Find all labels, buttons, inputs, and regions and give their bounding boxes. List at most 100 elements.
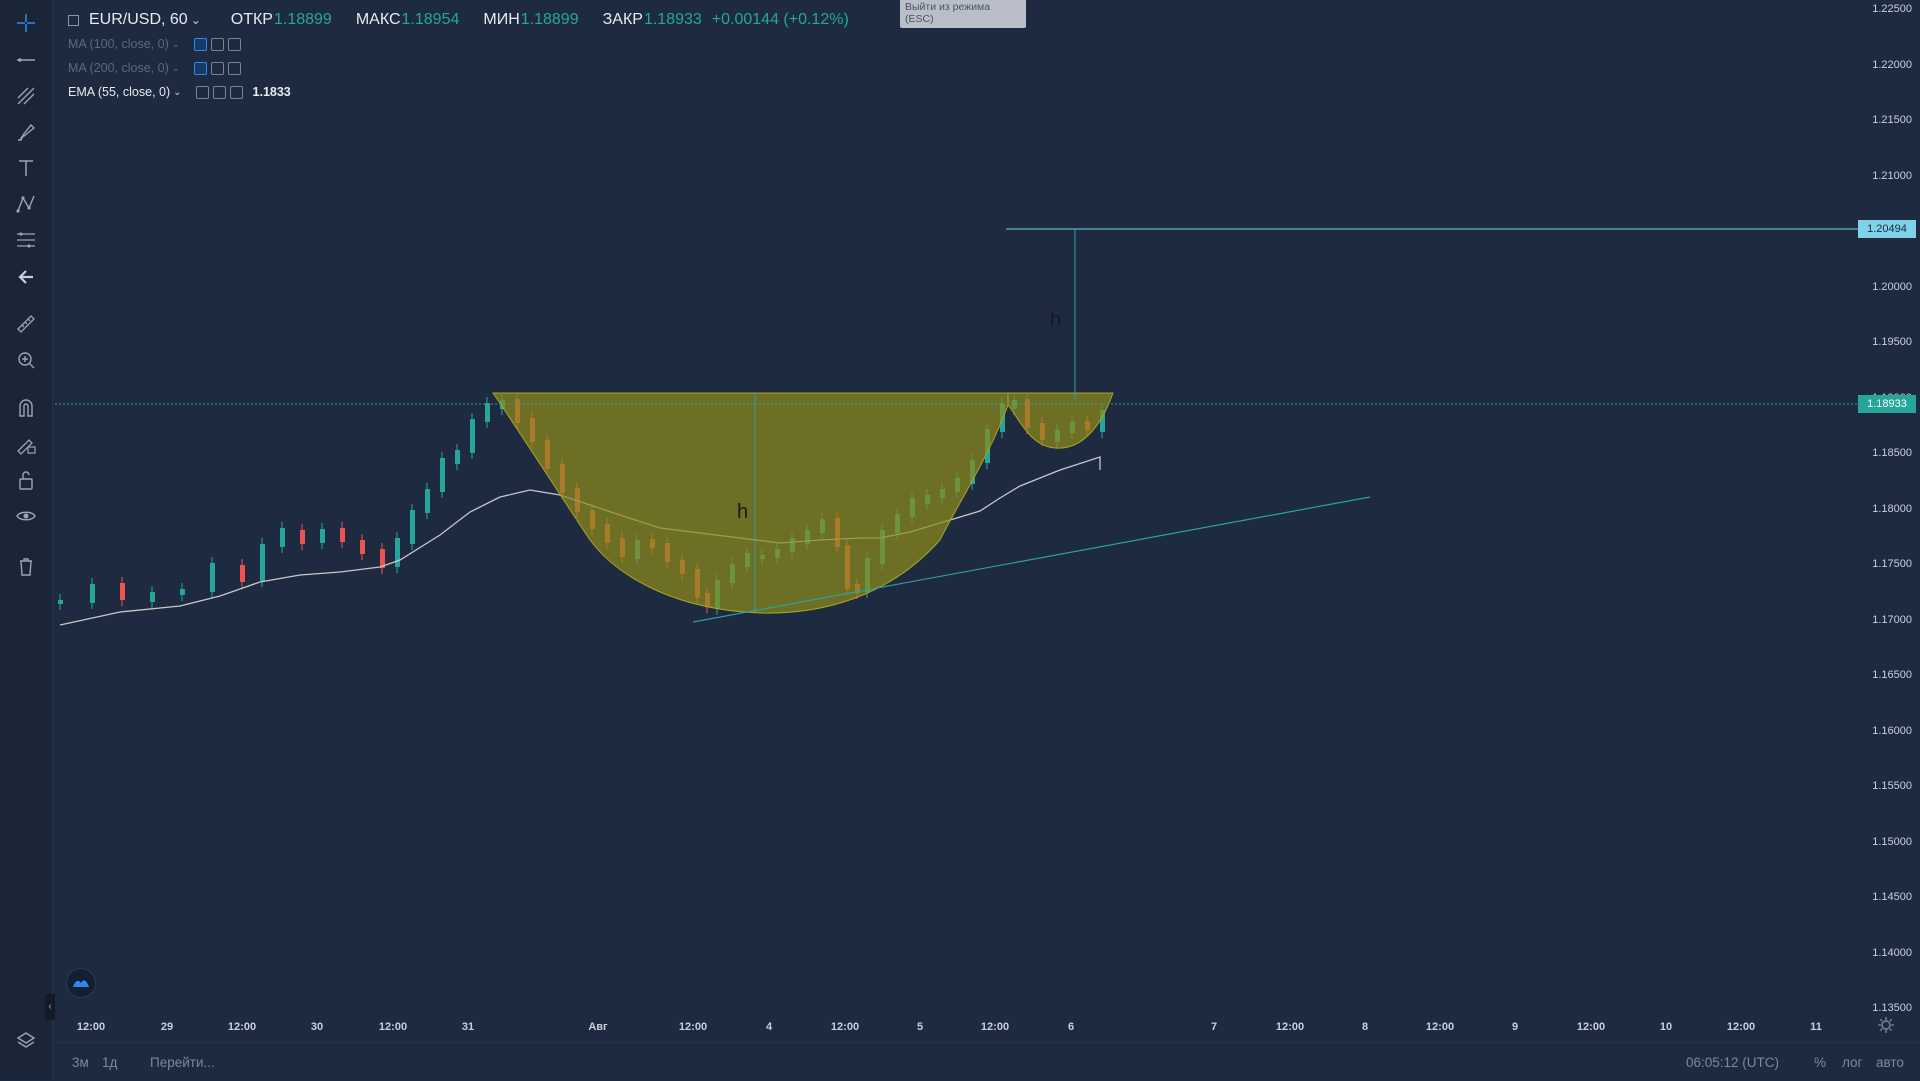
high-value: 1.18954 <box>401 11 460 28</box>
hide-icon[interactable] <box>195 85 209 99</box>
gear-icon[interactable] <box>1877 1016 1895 1034</box>
candle-body <box>395 538 400 567</box>
time-tick-label: 12:00 <box>1576 1021 1606 1033</box>
candle-body <box>320 529 325 543</box>
indicator-row-ma200[interactable]: MA (200, close, 0) ⌄ <box>68 56 849 80</box>
time-tick-label: 12:00 <box>227 1021 257 1033</box>
high-label: МАКС <box>355 11 401 28</box>
price-tick-label: 1.18000 <box>1872 502 1912 515</box>
price-tick-label: 1.17000 <box>1872 613 1912 626</box>
cup-depth-label: h <box>737 501 748 523</box>
candle-body <box>150 592 155 602</box>
time-tick-label: 12:00 <box>378 1021 408 1033</box>
candle-body <box>180 589 185 595</box>
open-label: ОТКР <box>230 11 273 28</box>
candle-body <box>485 403 490 422</box>
price-tick-label: 1.20000 <box>1872 280 1912 293</box>
percent-scale-button[interactable]: % <box>1814 1055 1826 1070</box>
close-icon[interactable] <box>228 37 242 51</box>
price-tick-label: 1.21000 <box>1872 169 1912 182</box>
price-tick-label: 1.14000 <box>1872 946 1912 959</box>
close-icon[interactable] <box>228 61 242 75</box>
time-tick-label: 11 <box>1810 1021 1822 1033</box>
price-tick-label: 1.17500 <box>1872 558 1912 570</box>
close-value: 1.18933 <box>643 11 702 28</box>
cup-pattern <box>492 392 1114 614</box>
open-value: 1.18899 <box>273 11 332 28</box>
low-label: МИН <box>483 11 520 28</box>
settings-icon[interactable] <box>212 85 226 99</box>
hide-icon[interactable] <box>194 37 208 51</box>
change-value: +0.00144 (+0.12%) <box>711 11 849 28</box>
time-tick-label: 30 <box>310 1021 324 1033</box>
indicator-label[interactable]: MA (200, close, 0) <box>68 61 169 75</box>
utc-clock[interactable]: 06:05:12 (UTC) <box>1686 1055 1779 1070</box>
indicator-label[interactable]: EMA (55, close, 0) <box>68 85 170 99</box>
price-tick-label: 1.13500 <box>1872 1002 1912 1014</box>
price-tick-label: 1.15500 <box>1872 780 1912 792</box>
candle-body <box>300 530 305 544</box>
brand-logo[interactable] <box>66 968 96 998</box>
symbol-title[interactable]: EUR/USD, 60 <box>89 11 188 29</box>
candle-body <box>90 584 95 603</box>
close-label: ЗАКР <box>602 11 643 28</box>
log-scale-button[interactable]: лог <box>1842 1055 1862 1070</box>
goto-date-button[interactable]: Перейти... <box>150 1055 215 1070</box>
candle-body <box>210 563 215 592</box>
time-tick-label: 12:00 <box>678 1021 708 1033</box>
time-tick-label: 8 <box>1361 1021 1369 1033</box>
candle-body <box>440 458 445 492</box>
chevron-down-icon[interactable]: ⌄ <box>172 63 180 74</box>
auto-scale-button[interactable]: авто <box>1876 1055 1904 1070</box>
price-tick-label: 1.19500 <box>1872 336 1912 348</box>
price-tick-label: 1.16500 <box>1872 669 1912 681</box>
candle-body <box>120 583 125 600</box>
low-value: 1.18899 <box>520 11 579 28</box>
candle-body <box>240 565 245 582</box>
chevron-down-icon[interactable]: ⌄ <box>191 13 201 27</box>
candle-body <box>410 510 415 544</box>
range-1d-button[interactable]: 1д <box>102 1055 117 1070</box>
time-tick-label: 10 <box>1659 1021 1673 1033</box>
range-3m-button[interactable]: 3м <box>72 1055 89 1070</box>
candle-body <box>260 544 265 581</box>
chevron-down-icon[interactable]: ⌄ <box>173 87 181 98</box>
time-tick-label: 7 <box>1210 1021 1218 1033</box>
candle-body <box>58 600 63 604</box>
time-tick-label: 12:00 <box>1726 1021 1756 1033</box>
time-tick-label: Авг <box>588 1021 608 1033</box>
price-tick-label: 1.22000 <box>1872 58 1912 71</box>
time-tick-label: 12:00 <box>830 1021 860 1033</box>
chart-canvas[interactable]: h h <box>0 0 1858 1008</box>
time-tick-label: 12:00 <box>76 1021 106 1033</box>
price-tick-label: 1.16000 <box>1872 724 1912 737</box>
indicator-row-ma100[interactable]: MA (100, close, 0) ⌄ <box>68 32 849 56</box>
indicator-value: 1.1833 <box>252 85 291 99</box>
collapse-legend-icon[interactable] <box>68 14 79 26</box>
indicator-row-ema55[interactable]: EMA (55, close, 0) ⌄ 1.1833 <box>68 80 849 104</box>
hide-icon[interactable] <box>194 61 208 75</box>
chart-legend: EUR/USD, 60 ⌄ ОТКР 1.18899 МАКС 1.18954 … <box>68 8 849 104</box>
time-tick-label: 6 <box>1067 1021 1075 1033</box>
price-tick-label: 1.22500 <box>1872 3 1912 15</box>
bottom-toolbar: 3м 1д Перейти... 06:05:12 (UTC) % лог ав… <box>52 1042 1920 1081</box>
time-tick-label: 31 <box>461 1021 475 1033</box>
indicator-label[interactable]: MA (100, close, 0) <box>68 37 169 51</box>
target-depth-label: h <box>1050 309 1061 331</box>
candle-body <box>340 528 345 542</box>
time-axis[interactable]: 12:00 29 12:00 30 12:00 31 Авг 12:00 4 12:00 5 12:0… <box>52 1008 1858 1044</box>
settings-icon[interactable] <box>211 61 225 75</box>
settings-icon[interactable] <box>211 37 225 51</box>
time-tick-label: 9 <box>1511 1021 1519 1033</box>
last-price-tag: 1.18933 <box>1858 395 1916 413</box>
price-axis[interactable]: 1.225001.220001.215001.210001.205001.200… <box>1858 0 1920 1040</box>
time-tick-label: 12:00 <box>1275 1021 1305 1033</box>
price-tick-label: 1.18500 <box>1872 447 1912 459</box>
time-tick-label: 4 <box>765 1021 773 1033</box>
price-tick-label: 1.15000 <box>1872 835 1912 848</box>
chevron-down-icon[interactable]: ⌄ <box>172 39 180 50</box>
exit-mode-tooltip[interactable]: Выйти из режима (ESC) <box>900 0 1026 28</box>
candle-body <box>455 450 460 464</box>
layers-icon[interactable] <box>15 1030 37 1052</box>
close-icon[interactable] <box>229 85 243 99</box>
